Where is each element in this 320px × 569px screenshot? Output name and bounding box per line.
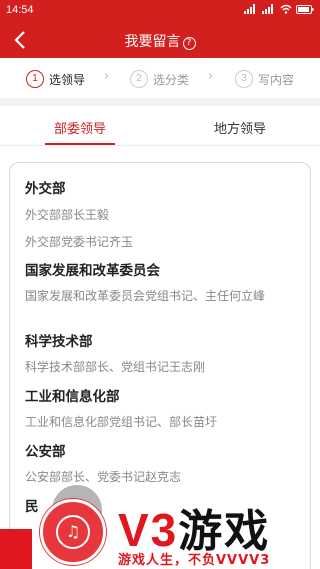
step-3: 3 写内容 <box>235 69 294 89</box>
status-time: 14:54 <box>6 4 34 16</box>
leader-item[interactable]: 工业和信息化部党组书记、部长苗圩 <box>25 412 295 432</box>
active-tab-indicator <box>45 143 115 145</box>
app-header: 我要留言? <box>0 22 320 58</box>
status-icons <box>244 4 314 17</box>
leader-item[interactable]: 科学技术部部长、党组书记王志刚 <box>25 357 295 377</box>
page-title-text: 我要留言 <box>124 34 181 50</box>
leader-item[interactable]: 外交部部长王毅 <box>25 205 295 225</box>
department-title: 国家发展和改革委员会 <box>25 263 160 279</box>
signal-icon-2 <box>262 4 276 17</box>
step-label: 选领导 <box>49 72 86 87</box>
page-title: 我要留言? <box>0 31 320 51</box>
music-logo-icon: ♫ <box>40 499 106 565</box>
tab-local-leaders[interactable]: 地方领导 <box>160 118 320 137</box>
step-2: 2 选分类 <box>130 69 189 89</box>
music-note-icon: ♫ <box>56 515 90 549</box>
chevron-right-icon: › <box>104 69 110 84</box>
promo-watermark: ♫ V3游戏 游戏人生，不负VVVV3 <box>0 479 320 569</box>
tab-ministry-leaders[interactable]: 部委领导 <box>0 118 160 137</box>
promo-red-block <box>0 529 32 569</box>
leader-item[interactable]: 国家发展和改革委员会党组书记、主任何立峰 <box>25 286 295 306</box>
department-title: 科学技术部 <box>25 334 93 350</box>
step-label: 写内容 <box>258 72 295 87</box>
step-number: 2 <box>130 70 148 88</box>
section-divider <box>0 98 320 106</box>
leader-item[interactable]: 外交部党委书记齐玉 <box>25 232 295 252</box>
help-icon[interactable]: ? <box>182 37 196 50</box>
promo-slogan: 游戏人生，不负VVVV3 <box>118 553 271 568</box>
step-1: 1 选领导 <box>26 69 85 89</box>
department-title: 工业和信息化部 <box>25 389 120 405</box>
battery-icon <box>296 4 314 17</box>
step-number: 3 <box>235 70 253 88</box>
department-title: 外交部 <box>25 181 66 197</box>
step-indicator: 1 选领导 › 2 选分类 › 3 写内容 <box>0 58 320 98</box>
chevron-right-icon: › <box>208 69 214 84</box>
signal-icon <box>244 4 258 17</box>
step-label: 选分类 <box>153 72 190 87</box>
tab-bar: 部委领导 地方领导 <box>0 106 320 146</box>
department-title: 公安部 <box>25 444 66 460</box>
status-bar: 14:54 <box>0 0 320 22</box>
step-number: 1 <box>26 70 44 88</box>
wifi-icon <box>280 4 292 17</box>
